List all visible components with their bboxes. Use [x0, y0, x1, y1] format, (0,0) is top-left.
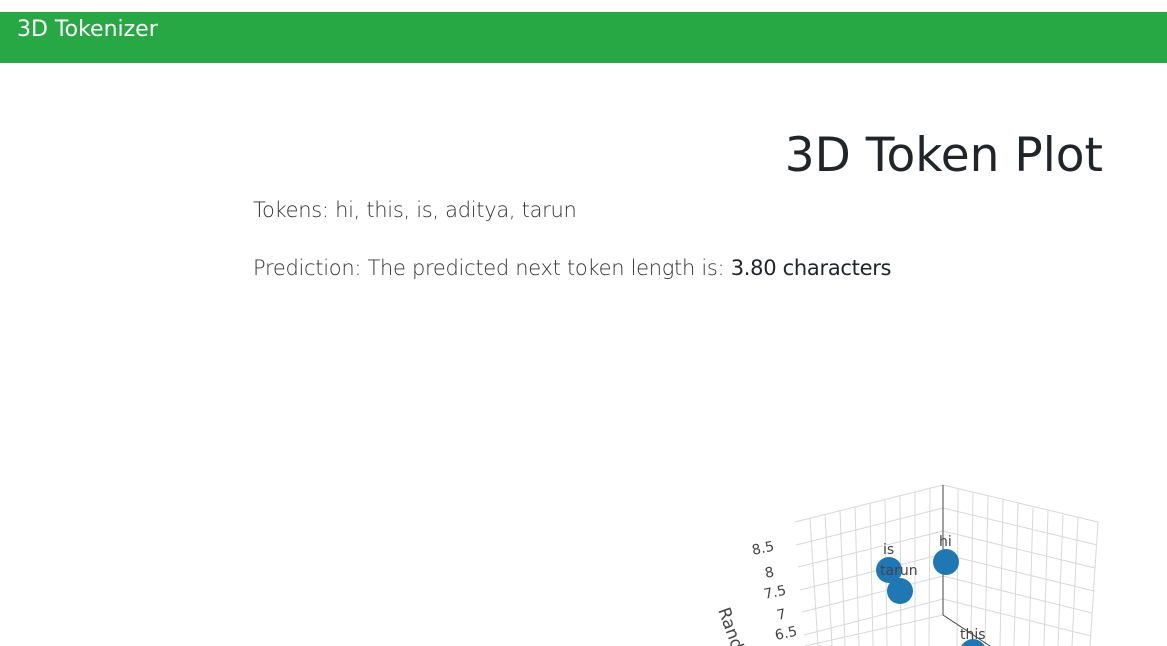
- point-label: tarun: [880, 563, 918, 579]
- navbar: 3D Tokenizer: [0, 12, 1167, 63]
- tokens-label: Tokens:: [253, 198, 329, 222]
- point-marker[interactable]: [933, 549, 959, 575]
- point-label: is: [883, 542, 894, 558]
- page-title: 3D Token Plot: [784, 128, 1103, 183]
- plot-tick: 7: [776, 606, 788, 624]
- point-label: this: [960, 627, 986, 643]
- plot-axis-title: Rand: [713, 605, 747, 646]
- tokens-value: hi, this, is, aditya, tarun: [335, 198, 577, 222]
- prediction-value: 3.80 characters: [730, 256, 892, 280]
- prediction-label: Prediction: The predicted next token len…: [253, 256, 725, 280]
- prediction-line: Prediction: The predicted next token len…: [253, 256, 891, 280]
- point-label: hi: [939, 534, 952, 550]
- navbar-brand[interactable]: 3D Tokenizer: [17, 15, 158, 45]
- plot-tick: 7.5: [763, 583, 788, 603]
- point-marker[interactable]: [887, 578, 913, 604]
- page-top-strip: [0, 0, 1167, 12]
- plot-tick: 6.5: [774, 624, 799, 644]
- token-3d-plot[interactable]: 8.5 8 7.5 7 6.5 Rand is tarun hi this: [700, 470, 1167, 646]
- tokens-line: Tokens: hi, this, is, aditya, tarun: [253, 198, 577, 222]
- plot-tick: 8.5: [751, 539, 776, 559]
- plot-tick: 8: [764, 564, 776, 582]
